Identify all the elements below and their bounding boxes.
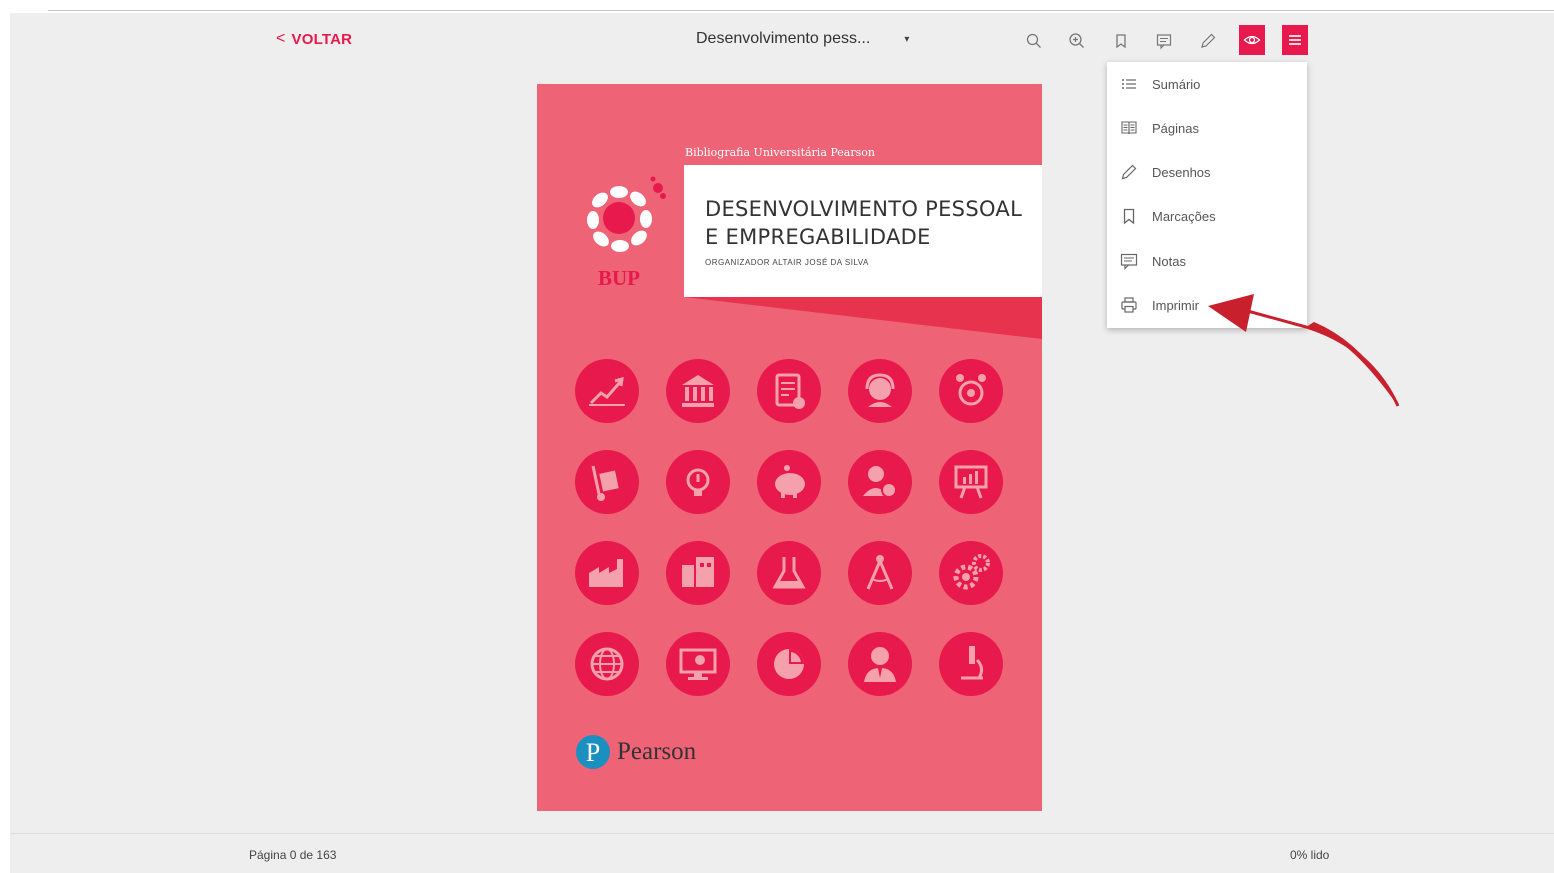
cover-organizer: Organizador Altair José da Silva — [705, 258, 869, 267]
list-icon — [1120, 75, 1138, 93]
eye-icon[interactable] — [1239, 25, 1265, 55]
chart-growth-icon — [575, 359, 639, 423]
notes-icon — [1120, 252, 1138, 270]
top-divider — [48, 10, 1554, 11]
pencil-icon[interactable] — [1194, 27, 1222, 55]
flask-icon — [757, 541, 821, 605]
cover-title: DESENVOLVIMENTO PESSOAL E EMPREGABILIDAD… — [705, 195, 1022, 251]
zoom-in-icon[interactable] — [1063, 27, 1091, 55]
bup-logo-icon — [587, 176, 666, 252]
businessman-icon — [848, 632, 912, 696]
search-icon[interactable] — [1020, 27, 1048, 55]
microscope-icon — [939, 632, 1003, 696]
menu-item-paginas[interactable]: Páginas — [1107, 108, 1307, 148]
read-progress: 0% lido — [1290, 848, 1330, 862]
page-indicator: Página 0 de 163 — [249, 848, 337, 862]
cover-series: Bibliografia Universitária Pearson — [685, 146, 875, 159]
pencil-icon — [1120, 163, 1138, 181]
clipboard-check-icon — [757, 359, 821, 423]
book-title-select[interactable]: Desenvolvimento pess... ▾ — [696, 30, 909, 48]
bookmark-icon — [1120, 207, 1138, 225]
menu-item-sumario[interactable]: Sumário — [1107, 64, 1307, 104]
cover-title-line-1: DESENVOLVIMENTO PESSOAL — [705, 197, 1023, 221]
book-pages-icon — [1120, 119, 1138, 137]
gears-icon — [939, 541, 1003, 605]
menu-item-marcacoes[interactable]: Marcações — [1107, 196, 1307, 236]
hand-truck-icon — [575, 450, 639, 514]
monitor-settings-icon — [666, 632, 730, 696]
pearson-p-icon: P — [576, 735, 610, 769]
back-label: VOLTAR — [291, 30, 353, 48]
menu-item-label: Notas — [1152, 253, 1186, 269]
options-menu: Sumário Páginas Desenhos Marcações Notas… — [1107, 62, 1307, 328]
chevron-left-icon: < — [276, 30, 286, 47]
menu-item-label: Marcações — [1152, 208, 1216, 224]
pie-chart-icon — [757, 632, 821, 696]
pearson-wordmark: Pearson — [617, 738, 697, 765]
menu-item-label: Sumário — [1152, 76, 1201, 92]
menu-item-desenhos[interactable]: Desenhos — [1107, 152, 1307, 192]
cover-title-box: DESENVOLVIMENTO PESSOAL E EMPREGABILIDAD… — [684, 165, 1042, 297]
pearson-logo-letter: P — [586, 738, 600, 767]
bank-icon — [666, 359, 730, 423]
bup-imprint: BUP — [598, 266, 640, 290]
office-building-icon — [666, 541, 730, 605]
book-cover: Bibliografia Universitária Pearson DESEN… — [537, 84, 1042, 811]
factory-icon — [575, 541, 639, 605]
notes-icon[interactable] — [1150, 27, 1178, 55]
annotation-arrow — [1208, 294, 1400, 407]
menu-item-label: Páginas — [1152, 120, 1199, 136]
footer-divider — [10, 833, 1554, 834]
presentation-board-icon — [939, 450, 1003, 514]
back-button[interactable]: < VOLTAR — [276, 30, 352, 48]
menu-item-notas[interactable]: Notas — [1107, 241, 1307, 281]
bookmark-icon[interactable] — [1107, 27, 1135, 55]
globe-icon — [575, 632, 639, 696]
cover-title-line-2: E EMPREGABILIDADE — [705, 225, 931, 249]
lightbulb-icon — [666, 450, 730, 514]
headset-person-icon — [848, 359, 912, 423]
team-target-icon — [939, 359, 1003, 423]
person-check-icon — [848, 450, 912, 514]
menu-icon[interactable] — [1282, 25, 1308, 55]
compass-drafting-icon — [848, 541, 912, 605]
caret-down-icon: ▾ — [904, 33, 910, 45]
printer-icon — [1120, 296, 1138, 314]
piggy-bank-icon — [757, 450, 821, 514]
pearson-logo: P Pearson — [575, 734, 696, 770]
menu-item-label: Imprimir — [1152, 297, 1199, 313]
book-title: Desenvolvimento pess... — [696, 30, 871, 47]
menu-item-label: Desenhos — [1152, 164, 1211, 180]
